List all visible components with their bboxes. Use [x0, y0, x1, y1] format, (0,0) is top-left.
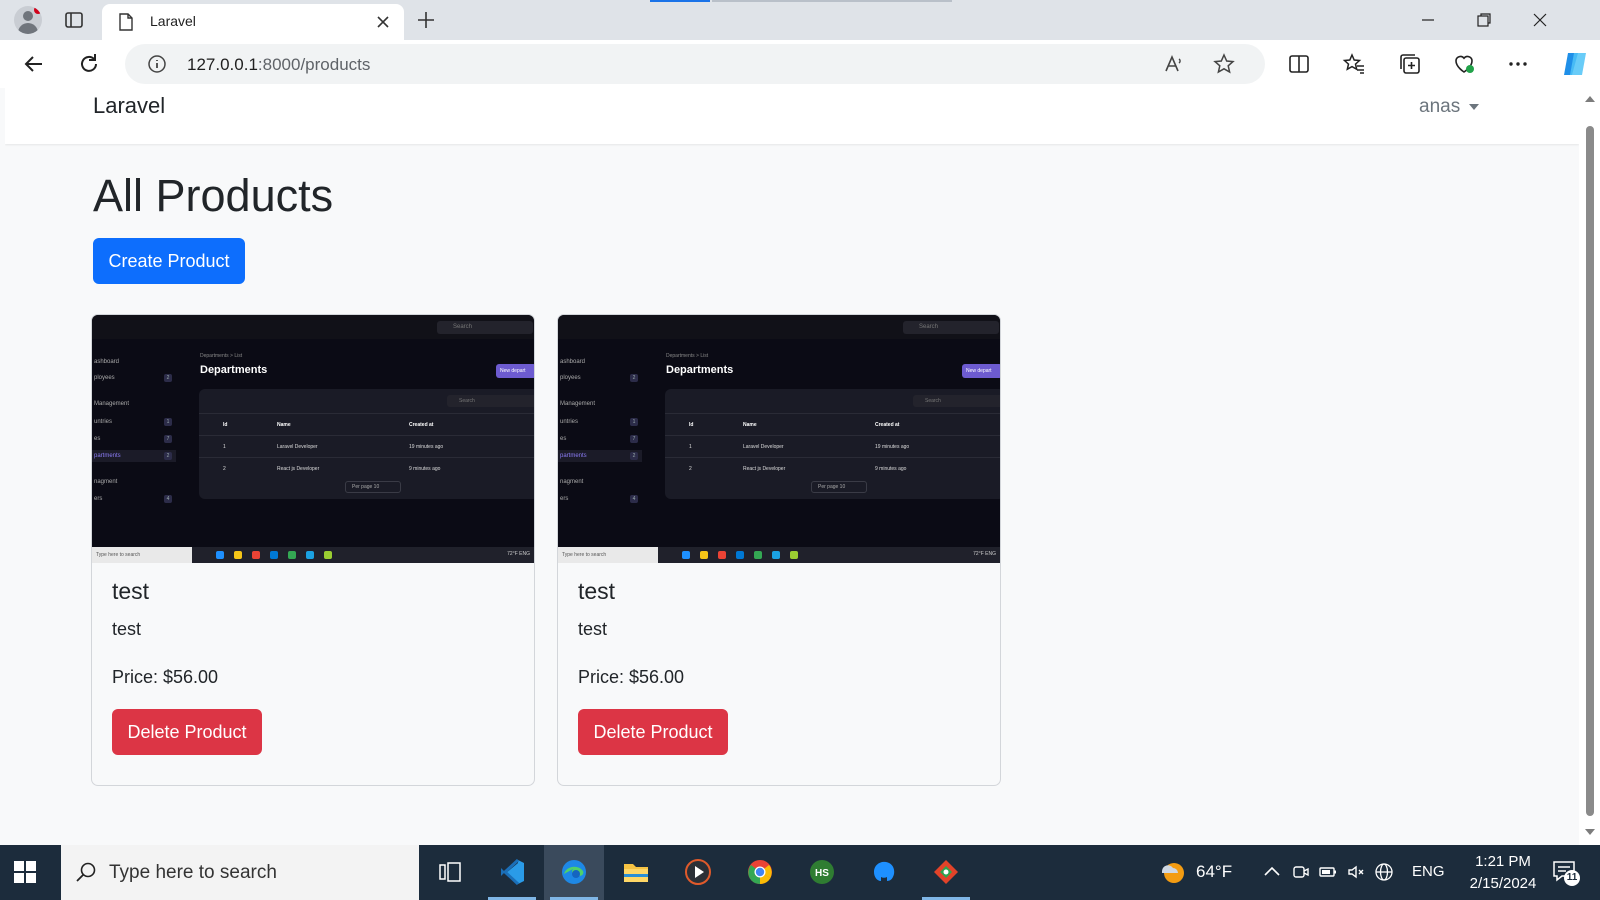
navbar-brand[interactable]: Laravel: [93, 93, 165, 119]
meet-now-icon[interactable]: [1290, 862, 1310, 882]
tab-title: Laravel: [150, 13, 196, 29]
git-icon: [934, 860, 958, 884]
delete-product-button[interactable]: Delete Product: [112, 709, 262, 755]
speaker-muted-icon[interactable]: [1346, 862, 1366, 882]
browser-tab-strip: Laravel: [0, 0, 1600, 40]
taskbar-search-box[interactable]: Type here to search: [61, 845, 419, 900]
elephant-icon: [874, 861, 895, 881]
top-navbar: Laravel anas: [5, 88, 1579, 144]
product-description: test: [578, 619, 608, 639]
tab-actions-icon[interactable]: [64, 10, 84, 30]
minimize-icon: [1422, 19, 1434, 21]
chevron-down-icon[interactable]: [1469, 104, 1479, 110]
url-path: :8000/products: [257, 55, 371, 74]
file-explorer-taskbar-button[interactable]: [606, 845, 666, 900]
tableplus-taskbar-button[interactable]: [854, 845, 914, 900]
clock-time[interactable]: 1:21 PM: [1468, 853, 1538, 870]
product-card: Search ashboard ployees 2 Management untr…: [91, 314, 535, 786]
windows-taskbar: Type here to search HS 64°F ENG 1:21 PM …: [0, 845, 1600, 900]
git-taskbar-button[interactable]: [916, 845, 976, 900]
vscode-taskbar-button[interactable]: [482, 845, 542, 900]
play-icon: [685, 859, 711, 885]
scrollbar-thumb[interactable]: [1586, 126, 1594, 816]
address-bar[interactable]: 127.0.0.1:8000/products: [125, 44, 1265, 84]
weather-icon[interactable]: [1158, 857, 1188, 887]
browser-essentials-icon[interactable]: [1452, 52, 1476, 76]
close-tab-icon[interactable]: [374, 13, 392, 31]
task-view-button[interactable]: [420, 845, 480, 900]
page-icon: [119, 13, 133, 31]
page-viewport: Laravel anas All Products Create Product…: [5, 88, 1579, 845]
profile-avatar-icon[interactable]: [14, 6, 42, 34]
split-screen-icon[interactable]: [1287, 52, 1311, 76]
delete-product-button[interactable]: Delete Product: [578, 709, 728, 755]
vscode-icon: [501, 858, 524, 886]
tab-loading-track: [712, 0, 952, 2]
favorites-icon[interactable]: [1342, 52, 1366, 76]
url-host: 127.0.0.1: [187, 55, 258, 74]
product-card: Search ashboard ployees 2 Management untr…: [557, 314, 1001, 786]
battery-icon[interactable]: [1318, 862, 1338, 882]
notification-count: 11: [1564, 870, 1580, 886]
edge-icon: [562, 860, 586, 884]
heidisql-taskbar-button[interactable]: HS: [792, 845, 852, 900]
new-tab-icon[interactable]: [416, 10, 436, 30]
minimize-button[interactable]: [1400, 0, 1456, 40]
input-language[interactable]: ENG: [1412, 863, 1445, 880]
product-image: Search ashboard ployees 2 Management untr…: [92, 315, 534, 563]
task-view-icon: [439, 862, 461, 882]
edge-taskbar-button[interactable]: [544, 845, 604, 900]
chrome-taskbar-button[interactable]: [730, 845, 790, 900]
page-title: All Products: [93, 170, 334, 221]
create-product-button[interactable]: Create Product: [93, 238, 245, 284]
media-player-taskbar-button[interactable]: [668, 845, 728, 900]
chevron-up-icon[interactable]: [1262, 862, 1282, 882]
notifications-button[interactable]: 11: [1552, 860, 1580, 886]
close-window-button[interactable]: [1512, 0, 1568, 40]
tab-loading-indicator: [650, 0, 710, 2]
weather-temperature[interactable]: 64°F: [1196, 862, 1232, 882]
favorite-star-icon[interactable]: [1213, 53, 1235, 75]
refresh-icon[interactable]: [77, 52, 101, 76]
globe-icon[interactable]: [1374, 862, 1394, 882]
scroll-up-icon[interactable]: [1585, 96, 1595, 102]
read-aloud-icon[interactable]: [1163, 53, 1185, 75]
search-icon: [76, 862, 96, 882]
copilot-icon[interactable]: [1560, 49, 1590, 79]
scroll-down-icon[interactable]: [1585, 829, 1595, 835]
clock-date[interactable]: 2/15/2024: [1458, 875, 1548, 892]
user-menu-toggle[interactable]: anas: [1419, 96, 1460, 118]
product-description: test: [112, 619, 142, 639]
browser-toolbar: 127.0.0.1:8000/products: [0, 40, 1600, 88]
svg-text:HS: HS: [815, 868, 829, 879]
more-options-icon[interactable]: [1506, 52, 1530, 76]
restore-button[interactable]: [1456, 0, 1512, 40]
product-price: Price: $56.00: [578, 667, 685, 687]
site-info-icon[interactable]: [147, 54, 167, 74]
page-scrollbar[interactable]: [1579, 88, 1600, 845]
browser-tab-active[interactable]: Laravel: [102, 4, 404, 40]
folder-icon: [624, 864, 648, 882]
taskbar-search-placeholder: Type here to search: [109, 862, 277, 883]
product-title: test: [112, 578, 150, 604]
product-image: Search ashboard ployees 2 Management untr…: [558, 315, 1000, 563]
restore-icon: [1477, 13, 1491, 27]
product-price: Price: $56.00: [112, 667, 219, 687]
back-icon[interactable]: [22, 52, 46, 76]
windows-start-icon[interactable]: [14, 861, 36, 883]
product-title: test: [578, 578, 616, 604]
url-text[interactable]: 127.0.0.1:8000/products: [187, 55, 370, 75]
close-window-icon: [1533, 13, 1547, 27]
heidisql-icon: HS: [810, 860, 834, 884]
chrome-icon: [748, 860, 772, 884]
collections-icon[interactable]: [1398, 52, 1422, 76]
